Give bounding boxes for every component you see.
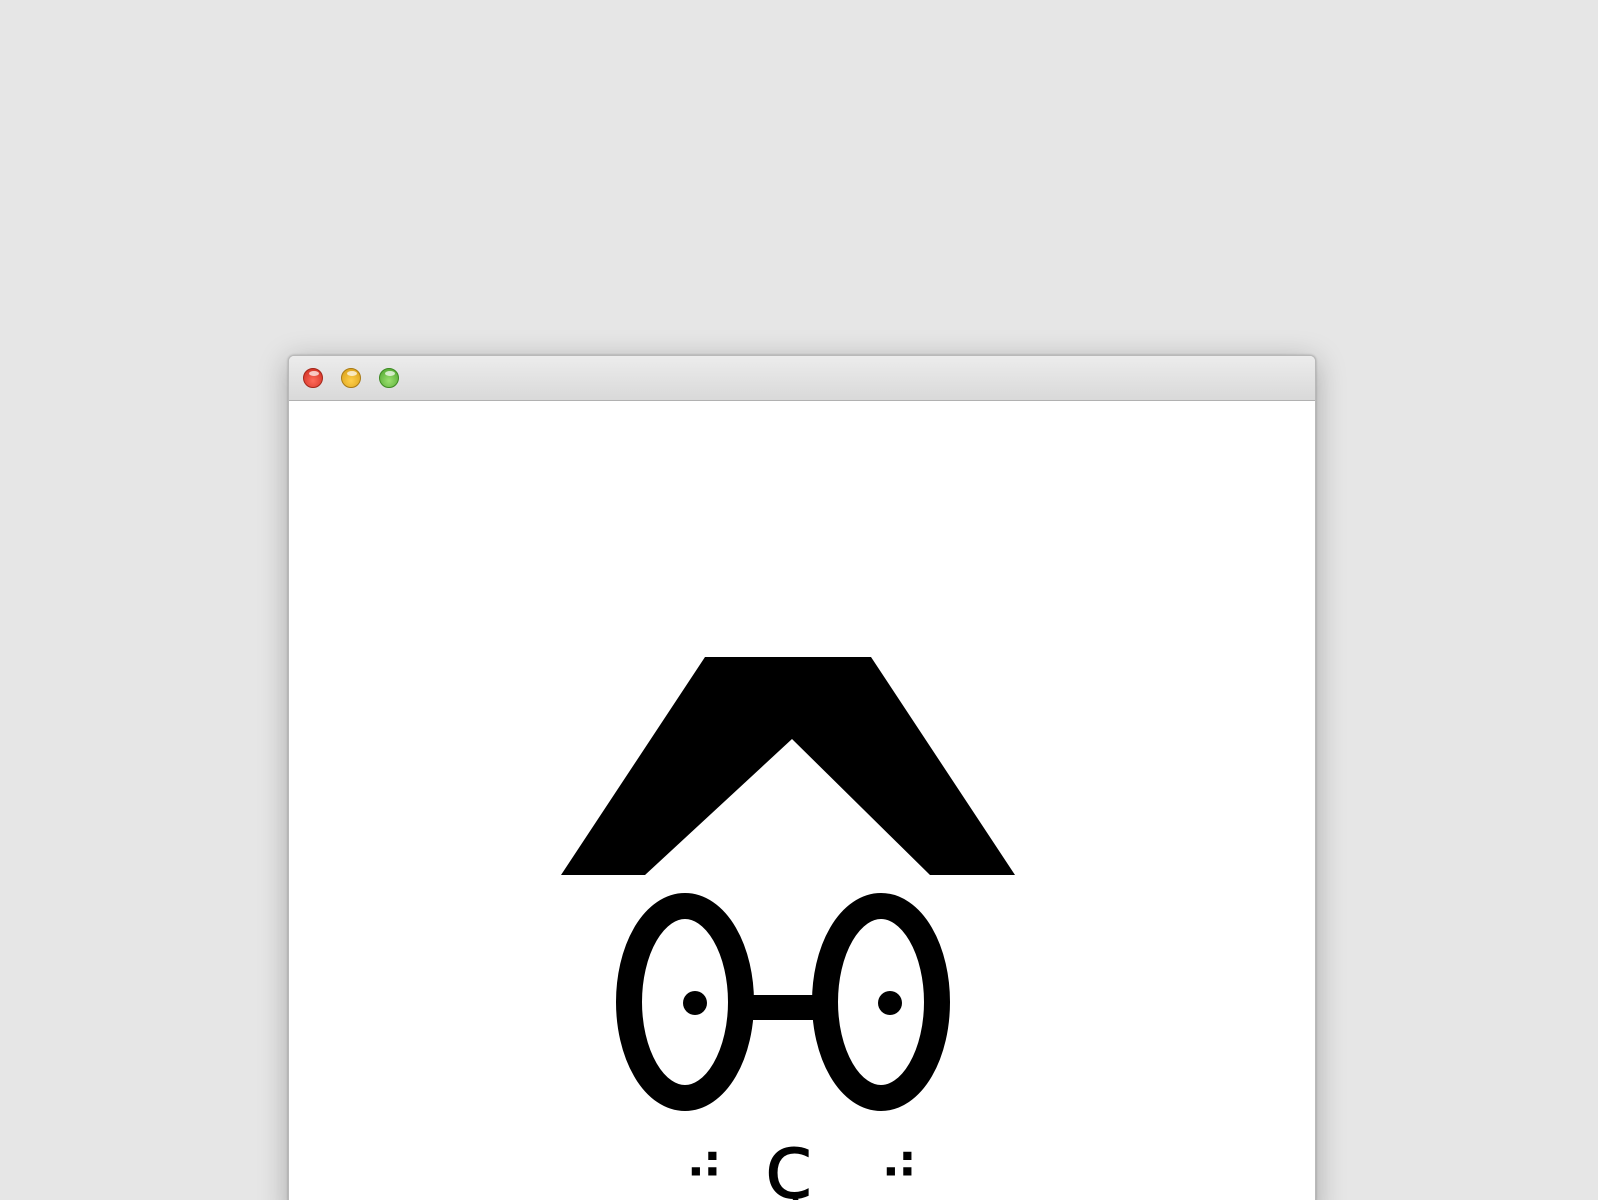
window-content: ⠴ ç ⠴ bbox=[289, 401, 1315, 1200]
glasses-bridge bbox=[741, 995, 825, 1020]
minimize-icon[interactable] bbox=[341, 368, 361, 388]
nose-glyph: ç bbox=[763, 1113, 815, 1200]
face-illustration bbox=[561, 657, 1015, 1111]
maximize-icon[interactable] bbox=[379, 368, 399, 388]
left-pupil bbox=[683, 991, 707, 1015]
left-cheek-glyph: ⠴ bbox=[683, 1129, 725, 1194]
hair-shape bbox=[561, 657, 1015, 875]
right-cheek-glyph: ⠴ bbox=[878, 1129, 920, 1194]
right-pupil bbox=[878, 991, 902, 1015]
desktop: ⠴ ç ⠴ bbox=[0, 0, 1598, 1200]
window-titlebar[interactable] bbox=[289, 356, 1315, 401]
close-icon[interactable] bbox=[303, 368, 323, 388]
app-window: ⠴ ç ⠴ bbox=[288, 355, 1316, 1200]
